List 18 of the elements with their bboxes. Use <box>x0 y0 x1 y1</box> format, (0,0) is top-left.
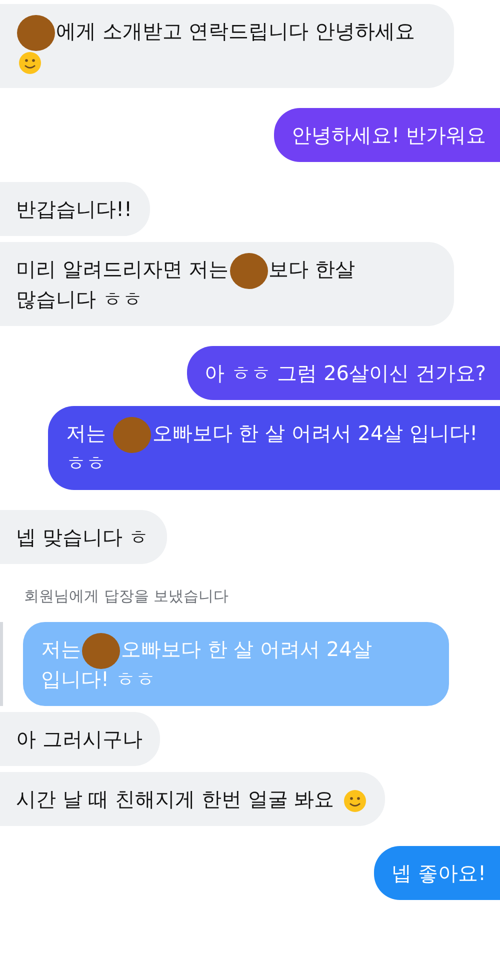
redaction-scribble <box>16 12 56 53</box>
redaction-scribble <box>228 250 269 291</box>
message-bubble: 반갑습니다!! <box>0 182 150 236</box>
message-bubble: 넵 좋아요! <box>374 846 500 900</box>
smiley-icon <box>342 788 367 813</box>
message-bubble: 아 ㅎㅎ 그럼 26살이신 건가요? <box>186 346 500 400</box>
message-bubble: 넵 맞습니다 ㅎ <box>0 510 167 564</box>
redaction-scribble <box>81 630 121 671</box>
message-bubble: 아 그러시구나 <box>0 712 160 766</box>
smiley-icon <box>18 50 42 75</box>
redaction-scribble <box>112 414 152 455</box>
reply-note: 회원님에게 답장을 보냈습니다 <box>24 587 229 605</box>
message-bubble: 안녕하세요! 반가워요 <box>274 108 500 162</box>
quoted-message: 저는 오빠보다 한 살 어려서 24살 입니다! ㅎㅎ <box>23 622 449 706</box>
message-bubble: 저는 오빠보다 한 살 어려서 24살 입니다! ㅎㅎ <box>48 406 500 490</box>
message-bubble: 미리 알려드리자면 저는 보다 한살 많습니다 ㅎㅎ <box>0 242 454 326</box>
message-bubble: 에게 소개받고 연락드립니다 안녕하세요 <box>0 4 454 88</box>
message-bubble: 시간 날 때 친해지게 한번 얼굴 봐요 <box>0 772 385 826</box>
